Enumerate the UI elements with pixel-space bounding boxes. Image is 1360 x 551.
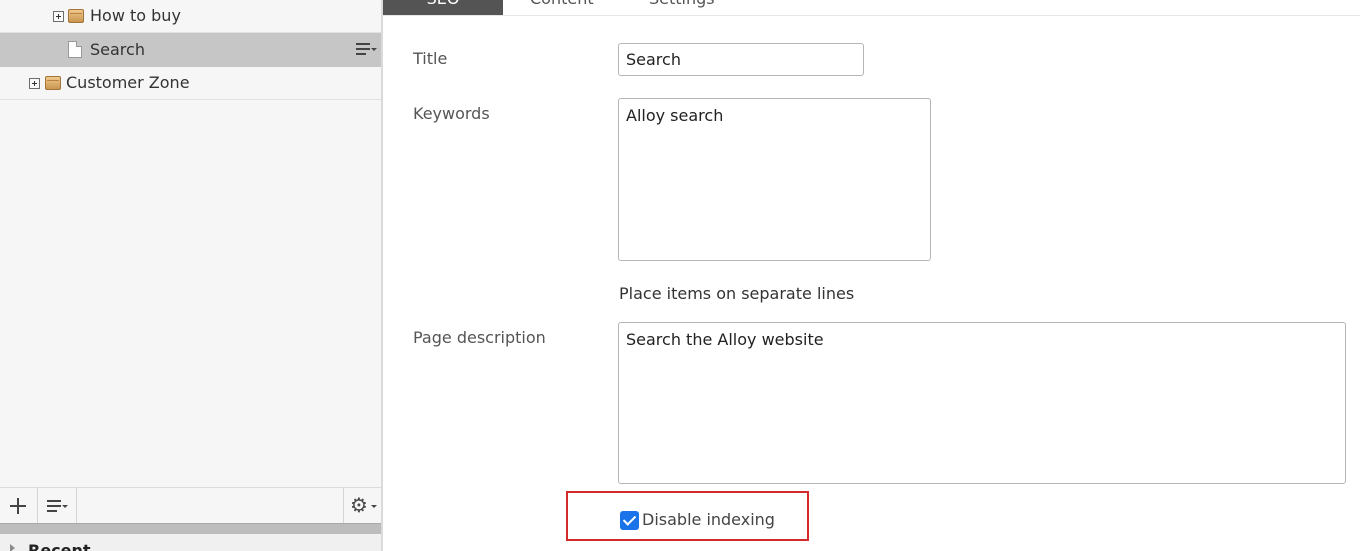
tree-toolbar: ⚙ [0, 487, 381, 524]
tab-content[interactable]: Content [530, 0, 594, 15]
title-input[interactable] [618, 43, 864, 76]
gear-icon: ⚙ [350, 493, 368, 517]
tree-item-search[interactable]: Search [0, 33, 381, 67]
chevron-right-icon [10, 544, 15, 551]
page-tree-panel: How to buy Search Customer Zone ⚙ Recent [0, 0, 381, 551]
folder-icon [68, 9, 84, 23]
expand-icon[interactable] [29, 78, 40, 89]
recent-section-header[interactable]: Recent [0, 534, 381, 551]
page-icon [68, 41, 82, 58]
page-description-label: Page description [413, 328, 546, 347]
tab-seo[interactable]: SEO [383, 0, 503, 15]
context-menu-icon[interactable] [356, 43, 378, 57]
pane-divider[interactable] [381, 0, 383, 551]
expand-icon[interactable] [53, 11, 64, 22]
title-label: Title [413, 49, 448, 68]
recent-label: Recent [28, 541, 91, 551]
folder-icon [45, 76, 61, 90]
keywords-help-text: Place items on separate lines [619, 284, 855, 303]
add-button[interactable] [0, 488, 37, 524]
tree-item-label: Search [90, 40, 145, 59]
tree-item-label: How to buy [90, 6, 181, 25]
tree-item-customer-zone[interactable]: Customer Zone [0, 67, 381, 100]
keywords-textarea[interactable]: Alloy search [618, 98, 931, 261]
keywords-label: Keywords [413, 104, 490, 123]
plus-icon [10, 498, 26, 514]
tab-settings[interactable]: Settings [649, 0, 715, 15]
settings-button[interactable]: ⚙ [344, 488, 381, 524]
page-description-textarea[interactable]: Search the Alloy website [618, 322, 1346, 484]
disable-indexing-checkbox[interactable] [620, 511, 639, 530]
list-menu-icon [47, 500, 69, 514]
list-menu-button[interactable] [38, 488, 76, 524]
tree-item-how-to-buy[interactable]: How to buy [0, 0, 381, 33]
tab-bar: SEO Content Settings [383, 0, 1360, 16]
panel-splitter[interactable] [0, 523, 381, 534]
disable-indexing-label[interactable]: Disable indexing [642, 510, 775, 529]
tree-item-label: Customer Zone [66, 73, 190, 92]
